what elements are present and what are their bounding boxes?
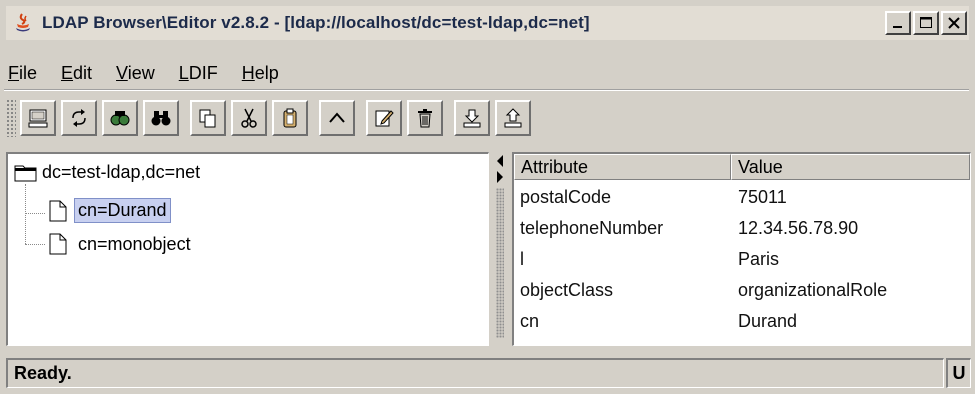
expand-right-icon xyxy=(497,171,503,183)
export-icon xyxy=(463,109,481,128)
status-text: Ready. xyxy=(14,363,72,383)
delete-icon xyxy=(418,109,432,128)
up-icon xyxy=(329,112,345,123)
table-row[interactable]: postalCode 75011 xyxy=(514,182,970,213)
document-icon xyxy=(49,200,67,221)
attribute-cell: objectClass xyxy=(520,280,614,300)
java-coffee-icon xyxy=(12,12,34,34)
cut-icon xyxy=(241,108,257,128)
window-title: LDAP Browser\Editor v2.8.2 - [ldap://loc… xyxy=(42,13,590,32)
connect-button[interactable] xyxy=(20,100,56,136)
app-window: LDAP Browser\Editor v2.8.2 - [ldap://loc… xyxy=(0,0,975,394)
menu-bar: File Edit View LDIF Help xyxy=(6,60,301,86)
column-header-attribute[interactable]: Attribute xyxy=(514,154,732,180)
attribute-cell: telephoneNumber xyxy=(520,218,664,238)
menu-view[interactable]: View xyxy=(114,63,155,84)
document-icon xyxy=(49,233,67,255)
close-button[interactable] xyxy=(941,11,967,35)
column-header-value[interactable]: Value xyxy=(731,154,970,180)
close-icon xyxy=(948,17,960,29)
menu-divider xyxy=(4,89,969,91)
maximize-button[interactable] xyxy=(913,11,939,35)
tree-item[interactable]: cn=monobject xyxy=(48,232,195,256)
collapse-left-icon xyxy=(497,155,503,167)
table-header: Attribute Value xyxy=(514,154,970,180)
copy-button[interactable] xyxy=(190,100,226,136)
search-button[interactable] xyxy=(102,100,138,136)
cut-button[interactable] xyxy=(231,100,267,136)
tree-item-label: cn=monobject xyxy=(78,233,191,254)
tree-connector xyxy=(25,244,45,245)
find-button[interactable] xyxy=(143,100,179,136)
maximize-icon xyxy=(920,17,932,28)
table-row[interactable]: cn Durand xyxy=(514,306,970,337)
tree-connector xyxy=(25,184,26,244)
connect-icon xyxy=(28,109,48,128)
value-cell: 12.34.56.78.90 xyxy=(738,218,859,238)
refresh-icon xyxy=(72,109,86,127)
tree-item[interactable]: cn=Durand xyxy=(48,198,171,223)
refresh-button[interactable] xyxy=(61,100,97,136)
table-row[interactable]: objectClass organizationalRole xyxy=(514,275,970,306)
folder-icon xyxy=(14,165,37,181)
attribute-cell: cn xyxy=(520,311,540,331)
copy-icon xyxy=(199,109,216,128)
tree-root-label: dc=test-ldap,dc=net xyxy=(42,162,201,182)
edit-icon xyxy=(375,110,394,127)
value-cell: Durand xyxy=(738,311,798,331)
window-controls xyxy=(883,11,967,35)
import-button[interactable] xyxy=(495,100,531,136)
menu-edit[interactable]: Edit xyxy=(59,63,92,84)
paste-button[interactable] xyxy=(272,100,308,136)
paste-icon xyxy=(283,108,297,128)
edit-button[interactable] xyxy=(366,100,402,136)
splitter-grip[interactable] xyxy=(496,188,504,338)
value-cell: 75011 xyxy=(738,187,787,207)
up-button[interactable] xyxy=(319,100,355,136)
export-button[interactable] xyxy=(454,100,490,136)
tree-connector xyxy=(25,213,45,214)
table-row[interactable]: l Paris xyxy=(514,244,970,275)
tree-item-label: cn=Durand xyxy=(74,198,171,223)
table-row[interactable]: telephoneNumber 12.34.56.78.90 xyxy=(514,213,970,244)
status-bar: Ready. xyxy=(6,358,944,388)
value-cell: organizationalRole xyxy=(738,280,888,300)
import-icon xyxy=(504,108,522,128)
split-divider[interactable] xyxy=(490,152,512,346)
minimize-icon xyxy=(893,26,902,28)
delete-button[interactable] xyxy=(407,100,443,136)
title-bar[interactable]: LDAP Browser\Editor v2.8.2 - [ldap://loc… xyxy=(6,6,969,40)
status-indicator: U xyxy=(946,358,971,388)
attribute-cell: postalCode xyxy=(520,187,612,207)
value-cell: Paris xyxy=(738,249,780,269)
attribute-cell: l xyxy=(520,249,524,269)
menu-ldif[interactable]: LDIF xyxy=(177,63,218,84)
menu-help[interactable]: Help xyxy=(240,63,279,84)
toolbar-grip[interactable] xyxy=(6,99,16,137)
menu-file[interactable]: File xyxy=(6,63,37,84)
attribute-table: Attribute Value postalCode 75011 telepho… xyxy=(512,152,971,346)
search-icon xyxy=(110,111,130,126)
minimize-button[interactable] xyxy=(885,11,911,35)
tree-root[interactable]: dc=test-ldap,dc=net xyxy=(14,162,200,183)
toolbar xyxy=(6,97,536,139)
find-icon xyxy=(151,111,171,126)
tree-panel[interactable]: dc=test-ldap,dc=net cn=Durand cn=monobje… xyxy=(6,152,489,346)
